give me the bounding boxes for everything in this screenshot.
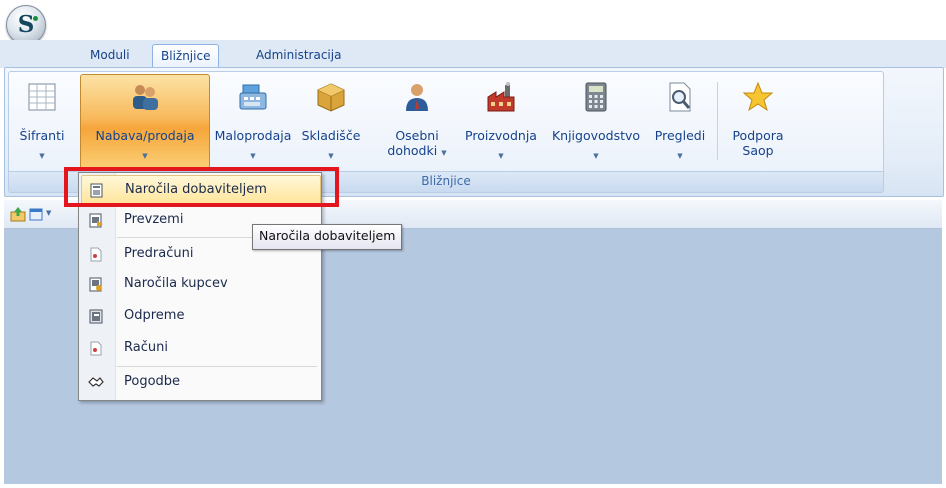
star-icon [742, 81, 774, 112]
menu-item-pogodbe[interactable]: Pogodbe [81, 367, 319, 397]
tab-administracija[interactable]: Administracija [248, 44, 349, 68]
knjigovodstvo-label: Knjigovodstvo [551, 128, 641, 143]
invoice-icon [90, 341, 102, 356]
podpora-saop-label: Podpora Saop [723, 128, 793, 158]
customer-order-icon [89, 277, 102, 292]
maloprodaja-label: Maloprodaja [214, 128, 292, 143]
tab-bliznjice[interactable]: Bližnjice [152, 44, 220, 69]
contract-handshake-icon [88, 377, 104, 387]
menu-item-label: Odpreme [124, 308, 185, 323]
chevron-down-icon: ▼ [498, 152, 504, 160]
osebni-dohodki-label-line1: Osebni [395, 128, 439, 143]
menu-item-odpreme[interactable]: Odpreme [81, 301, 319, 331]
chevron-down-icon[interactable]: ▼ [46, 209, 51, 217]
chevron-down-icon: ▼ [142, 152, 148, 160]
chevron-down-icon: ▼ [677, 152, 683, 160]
tooltip: Naročila dobaviteljem [252, 224, 403, 250]
chevron-down-icon: ▼ [593, 152, 599, 160]
skladisce-button[interactable]: Skladišče ▼ [297, 75, 365, 171]
skladisce-label: Skladišče [301, 128, 361, 143]
podpora-saop-button[interactable]: Podpora Saop [723, 75, 793, 171]
people-icon [133, 85, 158, 110]
menu-item-label: Naročila kupcev [124, 276, 228, 291]
chevron-down-icon: ▼ [328, 152, 334, 160]
proizvodnja-button[interactable]: Proizvodnja ▼ [459, 75, 543, 171]
menu-item-racuni[interactable]: Računi [81, 333, 319, 363]
app-menu-button[interactable]: S [6, 5, 46, 45]
factory-icon [487, 82, 515, 112]
chevron-down-icon: ▼ [441, 149, 447, 157]
calculator-icon [585, 82, 607, 112]
ribbon-tab-strip: Moduli Bližnjice Administracija [0, 40, 946, 69]
ribbon-separator [717, 82, 718, 160]
pregledi-label: Pregledi [654, 128, 706, 143]
podpora-saop-label-line2: Saop [742, 143, 774, 158]
tab-moduli[interactable]: Moduli [82, 44, 138, 68]
chevron-down-icon: ▼ [39, 152, 45, 160]
highlight-annotation-frame [64, 167, 339, 207]
nabava-prodaja-button[interactable]: Nabava/prodaja ▼ [80, 74, 210, 173]
window-icon[interactable] [28, 206, 44, 222]
chevron-down-icon: ▼ [250, 152, 256, 160]
quote-icon [90, 247, 102, 262]
proizvodnja-label: Proizvodnja [465, 128, 537, 143]
menu-item-label: Računi [124, 340, 168, 355]
folder-up-icon[interactable] [10, 206, 26, 222]
logo-dot-icon [33, 16, 38, 21]
nabava-prodaja-label: Nabava/prodaja [95, 128, 195, 143]
boxes-icon [317, 83, 345, 112]
menu-item-narocila-kupcev[interactable]: Naročila kupcev [81, 269, 319, 299]
sifranti-label: Šifranti [19, 128, 65, 143]
menu-item-label: Predračuni [124, 246, 194, 261]
osebni-dohodki-button[interactable]: Osebni dohodki ▼ [379, 75, 455, 171]
maloprodaja-button[interactable]: Maloprodaja ▼ [213, 75, 293, 171]
osebni-dohodki-label: Osebni dohodki ▼ [379, 128, 455, 161]
receipt-icon [89, 213, 103, 228]
menu-item-label: Prevzemi [124, 212, 184, 227]
cash-register-icon [239, 84, 267, 110]
podpora-saop-label-line1: Podpora [732, 128, 784, 143]
app-logo-letter: S [17, 10, 35, 38]
knjigovodstvo-button[interactable]: Knjigovodstvo ▼ [547, 75, 645, 171]
osebni-dohodki-label-line2: dohodki [387, 143, 438, 158]
document-search-icon [669, 82, 691, 112]
dispatch-icon [89, 309, 103, 324]
pregledi-button[interactable]: Pregledi ▼ [649, 75, 711, 171]
table-grid-icon [28, 83, 56, 111]
menu-item-label: Pogodbe [124, 374, 181, 389]
person-icon [406, 84, 428, 111]
sifranti-button[interactable]: Šifranti ▼ [11, 75, 73, 171]
